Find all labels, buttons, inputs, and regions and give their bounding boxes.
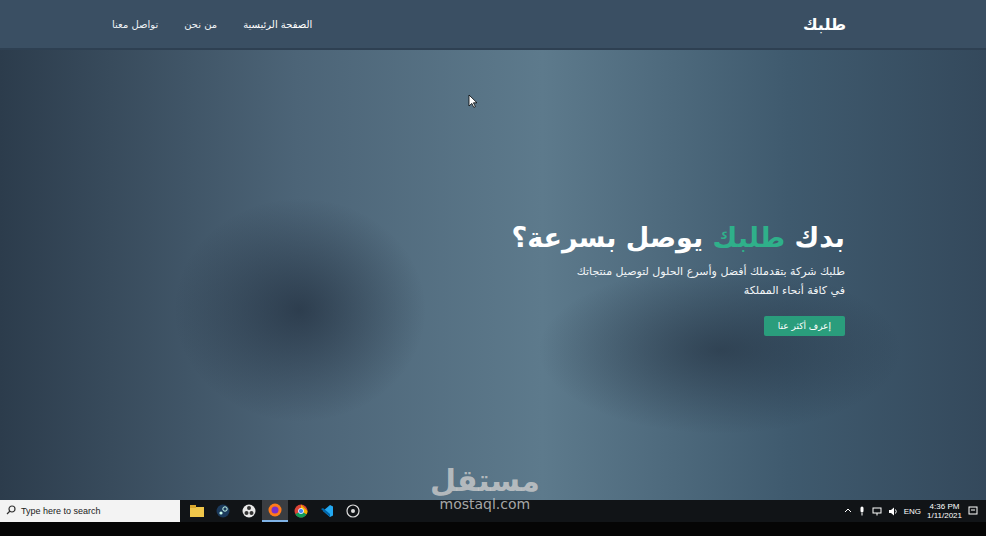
bottom-strip [0, 522, 986, 536]
folder-icon [190, 505, 204, 517]
paragraph-line: في كافة أنحاء المملكة [577, 282, 845, 301]
hero-paragraph: طلبك شركة بتقدملك أفضل وأسرع الحلول لتوص… [577, 263, 845, 300]
watermark-arabic: مستقل [430, 466, 540, 496]
search-box[interactable]: Type here to search [0, 500, 180, 522]
title-before: بدك [785, 222, 845, 253]
chrome-icon [294, 504, 308, 518]
taskbar-app[interactable] [340, 500, 366, 522]
clock-time: 4:36 PM [930, 502, 960, 511]
nav-link[interactable]: تواصل معنا [112, 19, 158, 30]
vscode-icon [320, 504, 334, 518]
learn-more-button[interactable]: إعرف أكثر عنا [764, 316, 845, 336]
title-after: يوصل بسرعة؟ [512, 222, 713, 253]
microphone-icon[interactable] [858, 506, 866, 516]
search-placeholder: Type here to search [21, 506, 101, 516]
hero-title: بدك طلبك يوصل بسرعة؟ [512, 220, 845, 255]
clock[interactable]: 4:36 PM1/11/2021 [927, 502, 962, 520]
firefox-icon [268, 503, 282, 517]
nav-links: الصفحة الرئيسية من نحن تواصل معنا [112, 19, 312, 30]
taskbar: Type here to search ENG 4:36 PM1/11/2021 [0, 500, 986, 522]
taskbar-app[interactable] [236, 500, 262, 522]
taskbar-apps [184, 500, 366, 522]
disc-icon [346, 504, 360, 518]
network-icon[interactable] [872, 507, 882, 516]
taskbar-app[interactable] [314, 500, 340, 522]
obs-icon [242, 504, 256, 518]
language-indicator[interactable]: ENG [904, 507, 921, 516]
taskbar-app[interactable] [184, 500, 210, 522]
notification-icon[interactable] [968, 506, 978, 516]
nav-link[interactable]: الصفحة الرئيسية [243, 19, 312, 30]
volume-icon[interactable] [888, 507, 898, 516]
nav-link[interactable]: من نحن [184, 19, 217, 30]
hero-section: بدك طلبك يوصل بسرعة؟ طلبك شركة بتقدملك أف… [0, 50, 986, 500]
logo[interactable]: طلبك [803, 15, 846, 34]
watermark: مستقلmostaql.com [430, 466, 540, 513]
taskbar-app[interactable] [288, 500, 314, 522]
taskbar-app[interactable] [210, 500, 236, 522]
title-highlight: طلبك [712, 222, 785, 253]
taskbar-app[interactable] [262, 500, 288, 522]
system-tray: ENG 4:36 PM1/11/2021 [844, 502, 986, 520]
watermark-latin: mostaql.com [440, 496, 531, 513]
chevron-up-icon[interactable] [844, 507, 852, 515]
navbar: طلبك الصفحة الرئيسية من نحن تواصل معنا [0, 0, 986, 50]
mouse-cursor-icon [468, 93, 478, 107]
paragraph-line: طلبك شركة بتقدملك أفضل وأسرع الحلول لتوص… [577, 263, 845, 282]
hero-text: بدك طلبك يوصل بسرعة؟ طلبك شركة بتقدملك أف… [512, 220, 845, 336]
clock-date: 1/11/2021 [927, 511, 962, 520]
steam-icon [216, 504, 230, 518]
search-icon [6, 505, 16, 517]
